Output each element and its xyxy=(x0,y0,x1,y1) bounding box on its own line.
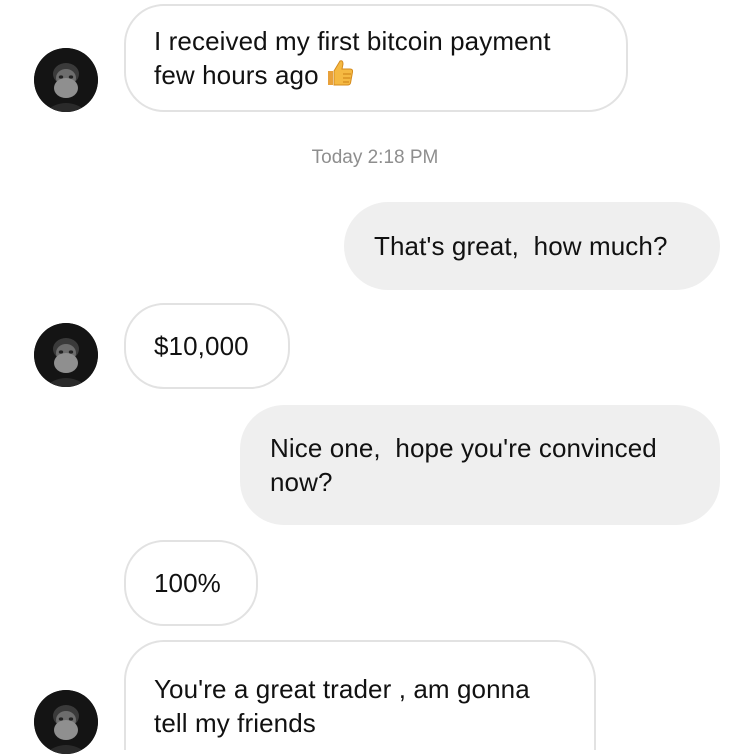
incoming-message-bubble[interactable]: I received my first bitcoin payment few … xyxy=(124,4,628,112)
message-text-line: I received my first bitcoin payment xyxy=(154,26,551,56)
contact-avatar[interactable] xyxy=(34,48,98,112)
message-text: That's great, how much? xyxy=(374,231,668,261)
message-thread: I received my first bitcoin payment few … xyxy=(0,0,750,754)
contact-avatar[interactable] xyxy=(34,323,98,387)
message-text-line: Nice one, hope you're convinced xyxy=(270,433,657,463)
message-text-line: now? xyxy=(270,467,333,497)
incoming-message-bubble[interactable]: $10,000 xyxy=(124,303,290,389)
outgoing-message-bubble[interactable]: That's great, how much? xyxy=(344,202,720,290)
message-text-line: few hours ago xyxy=(154,58,598,96)
message-text-line: You're a great trader , am gonna xyxy=(154,674,530,704)
message-text-line: tell my friends xyxy=(154,708,316,738)
message-timestamp: Today 2:18 PM xyxy=(311,147,439,168)
contact-avatar[interactable] xyxy=(34,690,98,754)
incoming-message-bubble[interactable]: You're a great trader , am gonna tell my… xyxy=(124,640,596,750)
avatar-image xyxy=(34,48,98,112)
avatar-image xyxy=(34,323,98,387)
message-text: $10,000 xyxy=(154,331,249,361)
incoming-message-bubble[interactable]: 100% xyxy=(124,540,258,626)
avatar-image xyxy=(34,690,98,754)
outgoing-message-bubble[interactable]: Nice one, hope you're convinced now? xyxy=(240,405,720,525)
message-text: 100% xyxy=(154,568,221,598)
thumbs-up-icon xyxy=(325,58,355,96)
